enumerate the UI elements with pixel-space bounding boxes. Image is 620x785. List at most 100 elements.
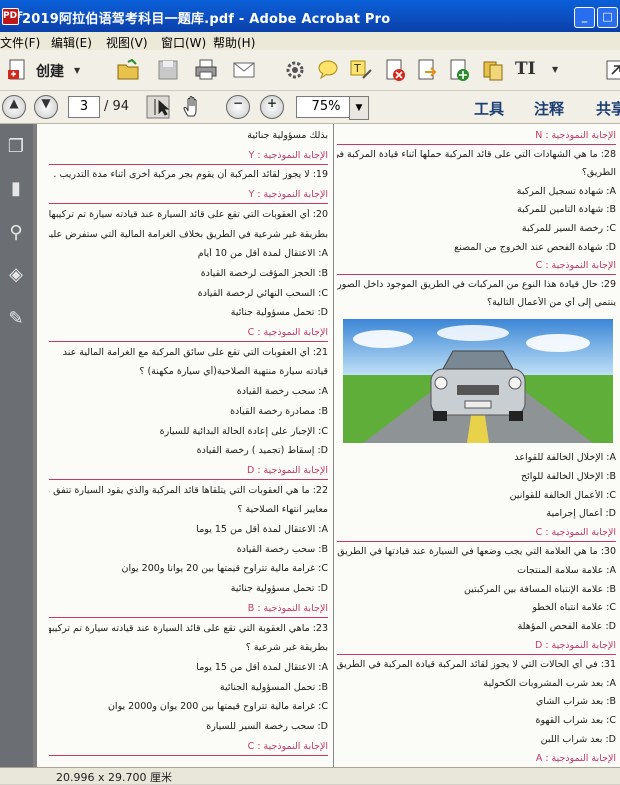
answer-underline (337, 144, 616, 145)
text-edit-tool-button[interactable]: TI (515, 59, 536, 79)
question-text-line: B: علامة الإنتباه المسافة بين المركبتين (337, 584, 616, 595)
question-text-line: بذلك مسؤولية جنائية (49, 130, 328, 141)
question-text-line: بطريقة غير شرعية ؟ (49, 642, 328, 653)
question-text-line: قيادته سيارة منتهية الصلاحية(أي سيارة مك… (49, 366, 328, 377)
question-text-line: C: السحب النهائي لرخصة القيادة (49, 288, 328, 299)
window-title: 2019阿拉伯语驾考科目一题库.pdf - Adobe Acrobat Pro (22, 8, 390, 27)
create-pdf-icon (6, 58, 30, 82)
zoom-level-input[interactable]: 75% (296, 96, 356, 118)
question-text-line: A: الاعتقال لمدة أقل من 10 أيام (49, 248, 328, 259)
delete-page-icon[interactable] (383, 58, 407, 82)
answer-underline (337, 274, 616, 275)
menu-edit[interactable]: 编辑(E) (51, 34, 92, 51)
highlight-text-icon[interactable]: T (349, 58, 373, 82)
right-column: الإجابة النموذجية : N 28: ما هي الشهادات … (337, 124, 616, 767)
zoom-dropdown-icon[interactable]: ▼ (349, 96, 369, 120)
zoom-out-button[interactable]: − (226, 95, 250, 119)
question-text-line: B: شهادة التأمين للمركبة (337, 204, 616, 215)
select-tool-icon[interactable] (146, 95, 170, 119)
question-text-line: B: تحمل المسؤولية الجنائية (49, 682, 328, 693)
bookmarks-icon[interactable]: ▮ (5, 178, 27, 200)
layers-icon[interactable]: ◈ (5, 264, 27, 286)
question-text-line: D: تحمل مسؤولية جنائية (49, 583, 328, 594)
answer-underline (49, 617, 328, 618)
insert-page-icon[interactable] (447, 58, 471, 82)
question-text-line: C: علامة انتباه الخطو (337, 602, 616, 613)
hand-tool-icon[interactable] (181, 95, 205, 119)
question-text-line: C: غرامة مالية تتراوح قيمتها بين 20 يوان… (49, 563, 328, 574)
menu-view[interactable]: 视图(V) (106, 34, 148, 51)
pdf-page: بذلك مسؤولية جنائية الإجابة النموذجية : Y… (37, 124, 620, 767)
question-text-line: A: الاعتقال لمدة أقل من 15 يوما (49, 662, 328, 673)
comment-bubble-icon[interactable] (316, 58, 340, 82)
question-text-line: 30: ما هي العلامة التي يجب وضعها في السي… (337, 546, 616, 557)
question-text-line: C: بعد شراب القهوة (337, 715, 616, 726)
document-viewport[interactable]: بذلك مسؤولية جنائية الإجابة النموذجية : Y… (33, 124, 620, 767)
answer-underline (49, 341, 328, 342)
email-icon[interactable] (232, 58, 256, 82)
question-text-line: D: سحب رخصة السير للسيارة (49, 721, 328, 732)
left-column: بذلك مسؤولية جنائية الإجابة النموذجية : Y… (49, 124, 328, 767)
question-text-line: 31: في أي الحالات التي لا يجوز لقائد الم… (337, 659, 616, 670)
toolbar-more-dropdown-icon[interactable]: ▼ (552, 65, 558, 74)
question-text-line: C: غرامة مالية تتراوح قيمتها بين 200 يوا… (49, 701, 328, 712)
answer-underline (337, 654, 616, 655)
attachments-icon[interactable]: ⚲ (5, 222, 27, 244)
page-thumbnails-icon[interactable]: ❐ (5, 136, 27, 158)
question-text-line: D: أعمال إجرامية (337, 508, 616, 519)
model-answer-line: الإجابة النموذجية : Y (49, 189, 328, 200)
create-dropdown-icon[interactable]: ▼ (74, 66, 80, 75)
navigation-pane: ❐ ▮ ⚲ ◈ ✎ (0, 124, 33, 767)
question-text-line: A: شهادة تسجيل المركبة (337, 186, 616, 197)
comment-pane-button[interactable]: 注释 (534, 98, 564, 119)
column-divider (333, 124, 334, 767)
question-text-line: D: علامة الفحص المؤهلة (337, 621, 616, 632)
gear-icon[interactable] (283, 58, 307, 82)
previous-page-button[interactable]: ▲ (2, 95, 26, 119)
maximize-button[interactable]: □ (597, 7, 618, 28)
expand-view-icon[interactable] (604, 58, 620, 82)
model-answer-line: الإجابة النموذجية : Y (49, 150, 328, 161)
minimize-button[interactable]: _ (574, 7, 595, 28)
print-icon[interactable] (194, 58, 218, 82)
save-icon[interactable] (156, 58, 180, 82)
question-text-line: B: الحجز المؤقت لرخصة القيادة (49, 268, 328, 279)
tools-pane-button[interactable]: 工具 (474, 98, 504, 119)
next-page-button[interactable]: ▼ (34, 95, 58, 119)
open-folder-icon[interactable] (116, 58, 140, 82)
menu-window[interactable]: 窗口(W) (161, 34, 206, 51)
signatures-icon[interactable]: ✎ (5, 308, 27, 330)
model-answer-line: الإجابة النموذجية : C (337, 260, 616, 271)
create-button[interactable]: 创建 (36, 61, 64, 81)
extract-page-icon[interactable] (415, 58, 439, 82)
answer-underline (49, 203, 328, 204)
question-text-line: D: بعد شراب اللبن (337, 734, 616, 745)
page-number-input[interactable]: 3 (68, 96, 100, 118)
question-text-line: 21: أي العقوبات التي تقع على سائق المركب… (49, 347, 328, 358)
combine-files-icon[interactable] (481, 58, 505, 82)
title-bar: PDF 2019阿拉伯语驾考科目一题库.pdf - Adobe Acrobat … (0, 0, 620, 32)
question-text-line: A: علامة سلامة المنتجات (337, 565, 616, 576)
question-text-line: A: الاعتقال لمدة أقل من 15 يوما (49, 524, 328, 535)
answer-underline (337, 541, 616, 542)
answer-underline (49, 164, 328, 165)
question-text-line: الطريق؟ (337, 167, 616, 178)
question-text-line: ينتمي إلى أي من الأعمال التالية؟ (337, 297, 616, 308)
share-pane-button[interactable]: 共享 (596, 98, 620, 119)
main-toolbar: 创建 ▼ T TI ▼ (0, 50, 620, 91)
navigation-toolbar: ▲ ▼ 3 / 94 − + 75% ▼ 工具 注释 共享 (0, 91, 620, 124)
status-bar: 20.996 x 29.700 厘米 (0, 767, 620, 784)
question-text-line: D: شهادة الفحص عند الخروج من المصنع (337, 242, 616, 253)
question-text-line: 28: ما هي الشهادات التي على قائد المركبة… (337, 149, 616, 160)
question-text-line: 29: حال قيادة هذا النوع من المركبات في ا… (337, 279, 616, 290)
question-text-line: C: الأعمال الخالفة للقوانين (337, 490, 616, 501)
zoom-in-button[interactable]: + (260, 95, 284, 119)
model-answer-line: الإجابة النموذجية : C (49, 741, 328, 752)
question-text-line: B: بعد شراب الشاي (337, 696, 616, 707)
question-text-line: C: الإجبار على إعادة الحالة البدائية للس… (49, 426, 328, 437)
svg-text:T: T (353, 62, 361, 75)
model-answer-line: الإجابة النموذجية : D (337, 640, 616, 651)
menu-help[interactable]: 帮助(H) (213, 34, 255, 51)
menu-file[interactable]: 文件(F) (0, 34, 40, 51)
model-answer-line: الإجابة النموذجية : N (337, 130, 616, 141)
